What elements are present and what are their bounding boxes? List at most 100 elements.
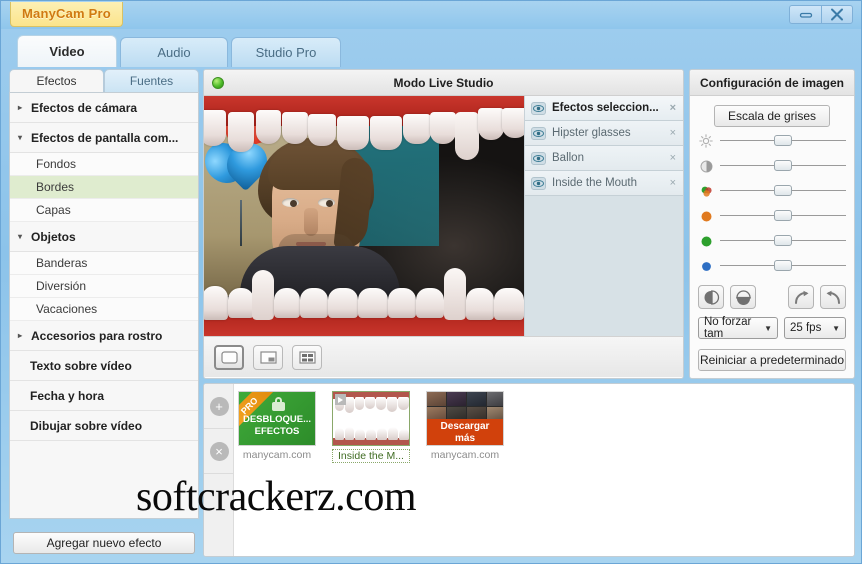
rotate-left-button[interactable] (820, 285, 846, 309)
selected-effect-row-inside-the-mouth[interactable]: Inside the Mouth × (525, 171, 683, 196)
slider-saturation[interactable] (698, 180, 846, 202)
minimize-button[interactable] (789, 5, 821, 24)
slider-track[interactable] (720, 133, 846, 149)
rotate-right-button[interactable] (788, 285, 814, 309)
slider-track[interactable] (720, 183, 846, 199)
tree-item-texto-sobre-video[interactable]: Texto sobre vídeo (10, 351, 198, 381)
slider-knob[interactable] (774, 210, 792, 221)
sun-icon (698, 133, 714, 149)
subtab-efectos-label: Efectos (36, 74, 77, 88)
add-thumbnail-button[interactable]: + (204, 384, 234, 429)
slider-knob[interactable] (774, 135, 792, 146)
tree-item-bordes[interactable]: Bordes (10, 176, 198, 199)
blue-dot-icon (698, 258, 714, 274)
tree-category-screen-effects[interactable]: ▾ Efectos de pantalla com... (10, 123, 198, 153)
green-dot-icon (698, 233, 714, 249)
tree-item-fondos[interactable]: Fondos (10, 153, 198, 176)
view-mode-quad[interactable] (292, 344, 322, 370)
tree-label: Vacaciones (36, 302, 98, 316)
slider-green[interactable] (698, 230, 846, 252)
slider-knob[interactable] (774, 235, 792, 246)
eye-icon[interactable] (531, 176, 546, 190)
remove-effect-icon[interactable]: × (670, 152, 676, 164)
tree-item-vacaciones[interactable]: Vacaciones (10, 298, 198, 321)
tree-label: Dibujar sobre vídeo (30, 418, 143, 433)
thumbnail-text-line2: EFECTOS (254, 426, 300, 437)
tab-video[interactable]: Video (17, 35, 117, 67)
tab-studio-pro[interactable]: Studio Pro (231, 37, 341, 67)
eye-icon[interactable] (531, 126, 546, 140)
eye-icon[interactable] (531, 101, 546, 115)
selected-effects-list[interactable]: Efectos seleccion... × Hipster glasses ×… (524, 96, 683, 336)
thumbnail-inside-the-mouth[interactable]: Inside the M... (332, 391, 410, 463)
tree-label: Efectos de cámara (31, 100, 138, 115)
saturation-icon (698, 183, 714, 199)
thumbnail-unlock-effects[interactable]: PRO DESBLOQUE... EFECTOS manycam.com (238, 391, 316, 463)
quad-view-icon (298, 350, 316, 364)
left-panel: Efectos Fuentes ▸ Efectos de cámara ▾ Ef… (9, 69, 199, 557)
video-preview[interactable] (204, 96, 524, 336)
subtab-efectos[interactable]: Efectos (9, 69, 104, 93)
tree-item-fecha-y-hora[interactable]: Fecha y hora (10, 381, 198, 411)
tree-item-banderas[interactable]: Banderas (10, 252, 198, 275)
remove-effect-icon[interactable]: × (670, 127, 676, 139)
reset-defaults-button[interactable]: Reiniciar a predeterminado (698, 349, 846, 371)
tree-label: Capas (36, 203, 71, 217)
remove-effect-icon[interactable]: × (670, 177, 676, 189)
slider-knob[interactable] (774, 260, 792, 271)
slider-track[interactable] (720, 233, 846, 249)
lock-icon (272, 397, 285, 411)
view-mode-single[interactable] (214, 344, 244, 370)
selected-effect-row-header[interactable]: Efectos seleccion... × (525, 96, 683, 121)
tree-label: Efectos de pantalla com... (31, 130, 179, 145)
tree-label: Bordes (36, 180, 75, 194)
slider-knob[interactable] (774, 160, 792, 171)
brand-badge: ManyCam Pro (10, 2, 123, 27)
fps-select[interactable]: 25 fps ▼ (784, 317, 846, 339)
single-view-icon (220, 350, 238, 364)
tree-item-capas[interactable]: Capas (10, 199, 198, 222)
image-settings-panel: Configuración de imagen Escala de grises (689, 69, 855, 379)
thumbnail-download-more[interactable]: Descargar más manycam.com (426, 391, 504, 463)
selected-effect-row-ballon[interactable]: Ballon × (525, 146, 683, 171)
contrast-icon (698, 158, 714, 174)
flip-vertical-button[interactable] (730, 285, 756, 309)
tab-studio-pro-label: Studio Pro (255, 45, 317, 60)
remove-thumbnail-button[interactable]: × (204, 429, 234, 474)
thumbnail-text-line1: DESBLOQUE... (242, 414, 312, 425)
thumbnail-text-line2: más (454, 433, 475, 444)
video-title: Modo Live Studio (393, 75, 494, 90)
thumbnail-caption: manycam.com (430, 449, 500, 461)
slider-track[interactable] (720, 208, 846, 224)
slider-brightness[interactable] (698, 130, 846, 152)
tab-audio[interactable]: Audio (120, 37, 228, 67)
selected-effect-row-hipster-glasses[interactable]: Hipster glasses × (525, 121, 683, 146)
tree-item-dibujar-sobre-video[interactable]: Dibujar sobre vídeo (10, 411, 198, 441)
thumbnail-caption: Inside the M... (332, 449, 410, 463)
slider-track[interactable] (720, 258, 846, 274)
view-mode-pip[interactable] (253, 344, 283, 370)
add-new-effect-button[interactable]: Agregar nuevo efecto (13, 532, 195, 554)
slider-contrast[interactable] (698, 155, 846, 177)
close-button[interactable] (821, 5, 853, 24)
chevron-down-icon: ▼ (764, 323, 772, 333)
slider-red[interactable] (698, 205, 846, 227)
eye-icon[interactable] (531, 151, 546, 165)
remove-effect-icon[interactable]: × (670, 102, 676, 114)
slider-blue[interactable] (698, 255, 846, 277)
thumbnail-caption: manycam.com (242, 449, 312, 461)
chevron-down-icon: ▾ (18, 133, 23, 142)
slider-knob[interactable] (774, 185, 792, 196)
tree-category-camera-effects[interactable]: ▸ Efectos de cámara (10, 93, 198, 123)
effects-thumbnail-panel: + × PRO DESBLOQUE... EFECTOS manycam.com… (203, 383, 855, 557)
tree-category-face-accessories[interactable]: ▸ Accesorios para rostro (10, 321, 198, 351)
tree-category-objetos[interactable]: ▾ Objetos (10, 222, 198, 252)
subtab-fuentes[interactable]: Fuentes (104, 69, 199, 93)
resolution-select[interactable]: No forzar tam ▼ (698, 316, 778, 340)
effects-tree[interactable]: ▸ Efectos de cámara ▾ Efectos de pantall… (9, 92, 199, 519)
selected-effect-label: Hipster glasses (552, 127, 631, 139)
flip-horizontal-button[interactable] (698, 285, 724, 309)
slider-track[interactable] (720, 158, 846, 174)
tree-item-diversion[interactable]: Diversión (10, 275, 198, 298)
grayscale-button[interactable]: Escala de grises (714, 105, 830, 127)
